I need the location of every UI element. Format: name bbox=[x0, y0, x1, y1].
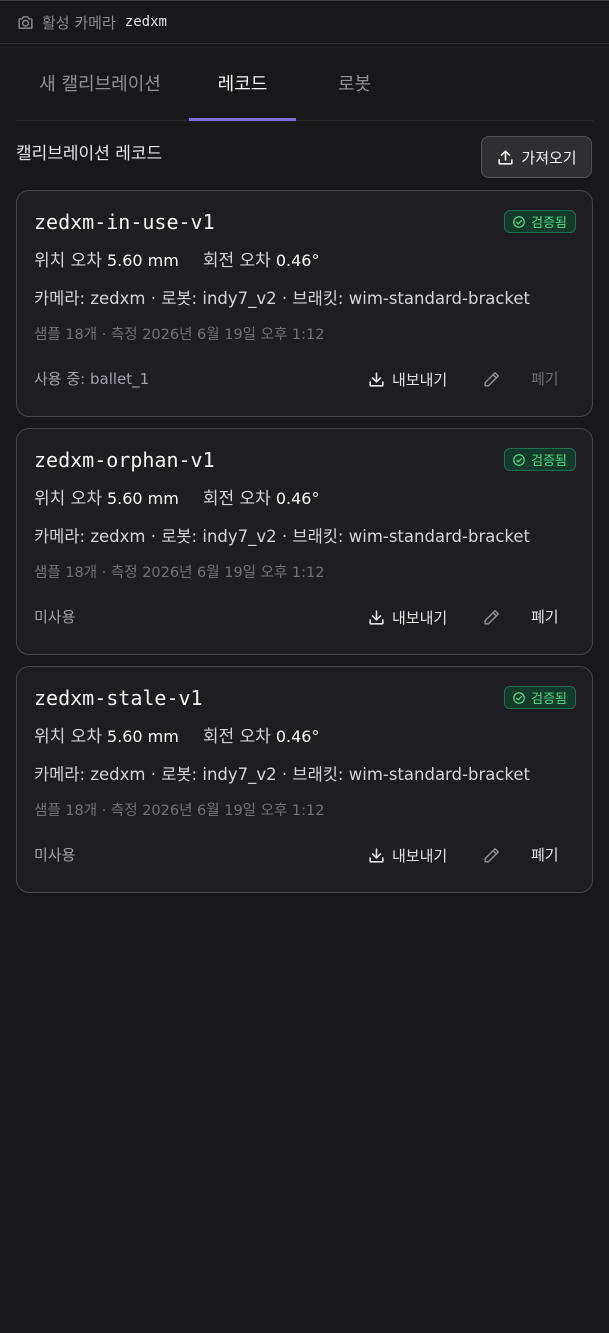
rotation-error-value: 0.46° bbox=[275, 489, 320, 508]
download-icon bbox=[369, 371, 384, 387]
error-metrics: 위치 오차 5.60 mm 회전 오차 0.46° bbox=[34, 487, 319, 511]
error-metrics: 위치 오차 5.60 mm 회전 오차 0.46° bbox=[34, 725, 319, 749]
active-camera-bar: 활성 카메라 zedxm bbox=[0, 0, 609, 44]
verified-badge-label: 검증됨 bbox=[531, 216, 567, 231]
active-camera-label: 활성 카메라 bbox=[42, 13, 116, 32]
verified-badge: 검증됨 bbox=[504, 448, 576, 471]
record-name: zedxm-orphan-v1 bbox=[34, 448, 215, 472]
verified-badge-label: 검증됨 bbox=[531, 692, 567, 707]
retire-button[interactable]: 폐기 bbox=[531, 365, 559, 393]
edit-button[interactable] bbox=[481, 845, 501, 865]
record-card: zedxm-orphan-v1 검증됨 위치 오차 5.60 mm 회전 오차 0.4… bbox=[16, 428, 593, 655]
active-tab-indicator bbox=[189, 118, 296, 121]
record-actions: 미사용 내보내기 폐기 bbox=[34, 603, 576, 631]
record-sample-info: 샘플 18개 · 측정 2026년 6월 19일 오후 1:12 bbox=[34, 327, 325, 343]
tab-robot[interactable]: 로봇 bbox=[301, 45, 408, 120]
export-button[interactable]: 내보내기 bbox=[367, 841, 447, 869]
tab-bar: 새 캘리브레이션 레코드 로봇 bbox=[16, 45, 593, 121]
record-meta: 카메라: zedxm · 로봇: indy7_v2 · 브래킷: wim-sta… bbox=[34, 289, 531, 308]
section-title: 캘리브레이션 레코드 bbox=[16, 144, 163, 164]
import-button-label: 가져오기 bbox=[521, 148, 577, 167]
pencil-icon bbox=[483, 847, 499, 863]
rotation-error-label: 회전 오차 bbox=[202, 251, 271, 271]
tab-records[interactable]: 레코드 bbox=[189, 45, 296, 121]
position-error-label: 위치 오차 bbox=[34, 489, 102, 509]
verified-badge-label: 검증됨 bbox=[531, 454, 567, 469]
error-metrics: 위치 오차 5.60 mm 회전 오차 0.46° bbox=[34, 249, 319, 273]
record-actions: 미사용 내보내기 폐기 bbox=[34, 841, 576, 869]
record-meta: 카메라: zedxm · 로봇: indy7_v2 · 브래킷: wim-sta… bbox=[34, 765, 531, 784]
download-icon bbox=[369, 847, 384, 863]
export-button[interactable]: 내보내기 bbox=[367, 603, 447, 631]
rotation-error-label: 회전 오차 bbox=[202, 727, 271, 747]
retire-button[interactable]: 폐기 bbox=[531, 841, 559, 869]
usage-status: 미사용 bbox=[34, 608, 76, 626]
export-button-label: 내보내기 bbox=[392, 846, 448, 865]
retire-button[interactable]: 폐기 bbox=[531, 603, 559, 631]
tab-records-label: 레코드 bbox=[217, 73, 268, 95]
export-button[interactable]: 내보내기 bbox=[367, 365, 447, 393]
record-card: zedxm-stale-v1 검증됨 위치 오차 5.60 mm 회전 오차 0.46… bbox=[16, 666, 593, 893]
export-button-label: 내보내기 bbox=[392, 370, 448, 389]
camera-icon bbox=[17, 14, 34, 31]
rotation-error-value: 0.46° bbox=[275, 727, 320, 746]
import-button[interactable]: 가져오기 bbox=[481, 136, 592, 178]
position-error-value: 5.60 mm bbox=[106, 489, 179, 508]
rotation-error-label: 회전 오차 bbox=[202, 489, 271, 509]
record-actions: 사용 중: ballet_1 내보내기 폐기 bbox=[34, 365, 576, 393]
edit-button[interactable] bbox=[481, 369, 501, 389]
edit-button[interactable] bbox=[481, 607, 501, 627]
download-icon bbox=[369, 609, 384, 625]
verified-badge: 검증됨 bbox=[504, 686, 576, 709]
export-button-label: 내보내기 bbox=[392, 608, 448, 627]
verified-badge: 검증됨 bbox=[504, 210, 576, 233]
record-card: zedxm-in-use-v1 검증됨 위치 오차 5.60 mm 회전 오차 0.4… bbox=[16, 190, 593, 417]
position-error-label: 위치 오차 bbox=[34, 727, 102, 747]
check-circle-icon bbox=[513, 691, 526, 704]
rotation-error-value: 0.46° bbox=[275, 251, 320, 270]
record-sample-info: 샘플 18개 · 측정 2026년 6월 19일 오후 1:12 bbox=[34, 803, 325, 819]
position-error-label: 위치 오차 bbox=[34, 251, 102, 271]
record-name: zedxm-stale-v1 bbox=[34, 686, 203, 710]
record-meta: 카메라: zedxm · 로봇: indy7_v2 · 브래킷: wim-sta… bbox=[34, 527, 531, 546]
record-name: zedxm-in-use-v1 bbox=[34, 210, 215, 234]
record-sample-info: 샘플 18개 · 측정 2026년 6월 19일 오후 1:12 bbox=[34, 565, 325, 581]
check-circle-icon bbox=[513, 453, 526, 466]
usage-status: 미사용 bbox=[34, 846, 76, 864]
upload-icon bbox=[498, 149, 514, 165]
check-circle-icon bbox=[513, 215, 526, 228]
position-error-value: 5.60 mm bbox=[106, 251, 179, 270]
active-camera-value: zedxm bbox=[124, 14, 167, 30]
tab-new-calibration[interactable]: 새 캘리브레이션 bbox=[16, 45, 184, 120]
usage-status: 사용 중: ballet_1 bbox=[34, 370, 150, 388]
pencil-icon bbox=[483, 609, 499, 625]
position-error-value: 5.60 mm bbox=[106, 727, 179, 746]
pencil-icon bbox=[483, 371, 499, 387]
